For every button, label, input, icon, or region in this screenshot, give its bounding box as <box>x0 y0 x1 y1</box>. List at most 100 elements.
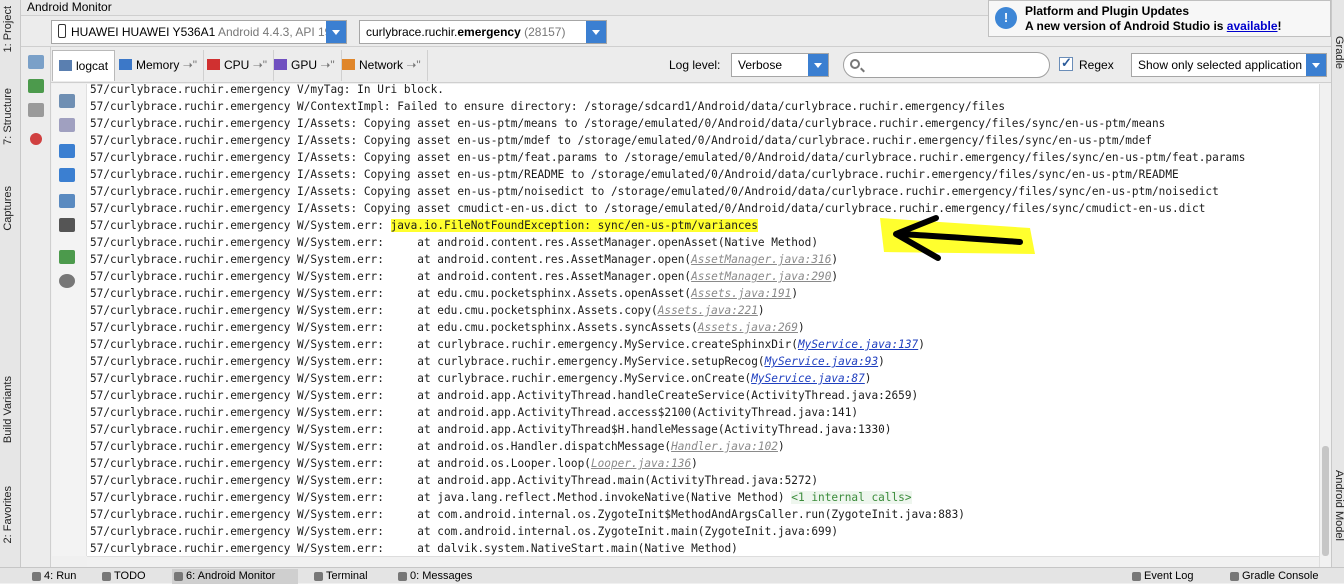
tab-todo[interactable]: TODO <box>100 569 146 584</box>
tab-cpu[interactable]: CPU ➝" <box>201 50 275 81</box>
phone-icon <box>58 24 66 38</box>
log-line: 57/curlybrace.ruchir.emergency W/System.… <box>90 387 918 404</box>
up-arrow-icon[interactable] <box>59 144 75 158</box>
log-line-suffix: ) <box>797 321 805 334</box>
log-line: 57/curlybrace.ruchir.emergency W/System.… <box>90 251 838 268</box>
log-line-text: 57/curlybrace.ruchir.emergency W/System.… <box>90 525 839 538</box>
log-line-text: 57/curlybrace.ruchir.emergency W/System.… <box>90 372 752 385</box>
scroll-to-end-icon[interactable] <box>59 118 75 132</box>
bottom-tool-bar: 4: Run TODO 6: Android Monitor Terminal … <box>0 567 1344 584</box>
gear-icon[interactable] <box>59 274 75 288</box>
tab-favorites[interactable]: 2: Favorites <box>2 486 20 543</box>
print-icon[interactable] <box>59 218 75 232</box>
monitor-toolbar: logcat Memory ➝" CPU ➝" GPU ➝" Network ➝… <box>21 47 1331 83</box>
log-line: 57/curlybrace.ruchir.emergency I/Assets:… <box>90 166 1179 183</box>
log-line-suffix: ) <box>791 287 798 300</box>
clear-logcat-icon[interactable] <box>59 94 75 108</box>
source-link[interactable]: Assets.java:191 <box>691 287 791 300</box>
log-line: 57/curlybrace.ruchir.emergency I/Assets:… <box>90 132 1152 149</box>
horizontal-scrollbar[interactable] <box>87 556 1319 567</box>
soft-wrap-icon[interactable] <box>59 194 75 208</box>
memory-icon <box>119 59 132 70</box>
source-link[interactable]: Handler.java:102 <box>671 440 778 453</box>
record-icon[interactable] <box>28 79 44 93</box>
right-tool-strip: Gradle Android Model <box>1331 0 1344 583</box>
log-line-text: 57/curlybrace.ruchir.emergency W/System.… <box>90 542 738 555</box>
log-line-text: 57/curlybrace.ruchir.emergency I/Assets:… <box>90 168 1179 181</box>
tab-structure-label: 7: Structure <box>2 88 14 145</box>
log-line-suffix: ) <box>831 253 839 266</box>
cpu-icon <box>207 59 220 70</box>
source-link[interactable]: Assets.java:221 <box>658 304 758 317</box>
tab-android-monitor[interactable]: 6: Android Monitor <box>172 569 298 584</box>
log-level-select[interactable]: Verbose <box>731 53 829 77</box>
tab-run[interactable]: 4: Run <box>30 569 76 584</box>
notification-text: A new version of Android Studio is avail… <box>1025 19 1282 33</box>
log-line-text: 57/curlybrace.ruchir.emergency W/System.… <box>90 321 698 334</box>
tab-structure[interactable]: 7: Structure <box>2 88 20 145</box>
update-notification: ! Platform and Plugin Updates A new vers… <box>988 0 1331 37</box>
tab-gradle-console[interactable]: Gradle Console <box>1228 569 1318 584</box>
scrollbar-thumb[interactable] <box>1322 446 1329 556</box>
source-link[interactable]: AssetManager.java:290 <box>691 270 831 283</box>
system-info-icon[interactable] <box>28 103 44 117</box>
tab-run-label: 4: Run <box>44 570 77 582</box>
log-line-text: 57/curlybrace.ruchir.emergency W/System.… <box>90 423 892 436</box>
tab-network-label: Network <box>359 58 404 72</box>
tab-gradle[interactable]: Gradle <box>1332 36 1344 69</box>
regex-checkbox[interactable] <box>1059 55 1073 71</box>
tab-gpu[interactable]: GPU ➝" <box>268 50 342 81</box>
logcat-search-input[interactable] <box>843 52 1050 78</box>
tab-build-variants[interactable]: Build Variants <box>2 376 20 443</box>
log-line-text: 57/curlybrace.ruchir.emergency W/System.… <box>90 355 765 368</box>
down-arrow-icon[interactable] <box>59 168 75 182</box>
tab-captures[interactable]: Captures <box>2 186 20 231</box>
tab-cpu-label: CPU <box>224 58 250 72</box>
device-select[interactable]: HUAWEI HUAWEI Y536A1 Android 4.4.3, API … <box>51 20 347 44</box>
terminate-icon[interactable] <box>30 133 42 145</box>
chevron-down-icon <box>808 54 828 76</box>
log-line: 57/curlybrace.ruchir.emergency I/Assets:… <box>90 115 1165 132</box>
log-line-suffix: ) <box>831 270 839 283</box>
process-pid: (28157) <box>524 25 566 39</box>
log-line: 57/curlybrace.ruchir.emergency W/System.… <box>90 234 818 251</box>
notification-suffix: ! <box>1277 19 1282 33</box>
source-link[interactable]: MyService.java:93 <box>765 355 879 368</box>
restart-icon[interactable] <box>59 250 75 264</box>
log-line: 57/curlybrace.ruchir.emergency W/System.… <box>90 404 858 421</box>
tab-gradle-console-label: Gradle Console <box>1242 570 1319 582</box>
window-title-bar: Android Monitor <box>21 0 991 16</box>
log-line: 57/curlybrace.ruchir.emergency W/System.… <box>90 438 785 455</box>
source-link[interactable]: MyService.java:87 <box>751 372 865 385</box>
process-prefix: curlybrace.ruchir. <box>366 25 458 39</box>
filter-select[interactable]: Show only selected application <box>1131 53 1327 77</box>
source-link[interactable]: Assets.java:269 <box>698 321 798 334</box>
tab-network[interactable]: Network ➝" <box>336 50 428 81</box>
tab-android-model[interactable]: Android Model <box>1332 470 1344 541</box>
available-link[interactable]: available <box>1227 19 1278 33</box>
log-line: 57/curlybrace.ruchir.emergency W/System.… <box>90 506 965 523</box>
log-line: 57/curlybrace.ruchir.emergency W/System.… <box>90 285 798 302</box>
notification-message: A new version of Android Studio is <box>1025 19 1227 33</box>
source-link[interactable]: MyService.java:137 <box>798 338 918 351</box>
tab-memory[interactable]: Memory ➝" <box>113 50 205 81</box>
source-link[interactable]: AssetManager.java:316 <box>691 253 831 266</box>
screenshot-icon[interactable] <box>28 55 44 69</box>
log-line: 57/curlybrace.ruchir.emergency I/Assets:… <box>90 200 1205 217</box>
tab-logcat[interactable]: logcat <box>52 50 116 81</box>
tab-event-log[interactable]: Event Log <box>1130 569 1194 584</box>
log-line-text: 57/curlybrace.ruchir.emergency W/System.… <box>90 508 965 521</box>
internal-calls-fold[interactable]: <1 internal calls> <box>791 491 912 504</box>
source-link[interactable]: Looper.java:136 <box>591 457 691 470</box>
log-line: 57/curlybrace.ruchir.emergency W/System.… <box>90 336 925 353</box>
logcat-icon <box>59 60 72 71</box>
log-line-text: 57/curlybrace.ruchir.emergency I/Assets:… <box>90 151 1246 164</box>
vertical-scrollbar[interactable] <box>1319 84 1331 567</box>
log-line-text: 57/curlybrace.ruchir.emergency W/System.… <box>90 389 919 402</box>
tab-project[interactable]: 1: Project <box>2 6 20 52</box>
tab-terminal[interactable]: Terminal <box>312 569 368 584</box>
tab-messages[interactable]: 0: Messages <box>396 569 472 584</box>
log-line-text: 57/curlybrace.ruchir.emergency W/Context… <box>90 100 1006 113</box>
regex-label: Regex <box>1079 58 1114 72</box>
process-select[interactable]: curlybrace.ruchir.emergency (28157) <box>359 20 607 44</box>
